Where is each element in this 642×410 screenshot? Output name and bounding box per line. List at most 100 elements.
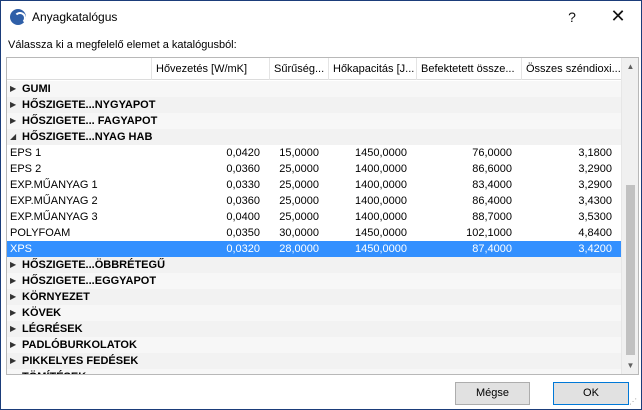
collapsed-triangle-icon[interactable]: ▶ xyxy=(10,97,20,113)
cell-value: 76,0000 xyxy=(472,147,512,159)
group-row[interactable]: ▶ HŐSZIGETE...ÖBBRÉTEGŰ xyxy=(7,257,622,273)
column-header-heat-capacity[interactable]: Hőkapacitás [J... xyxy=(329,58,417,80)
collapsed-triangle-icon[interactable]: ▶ xyxy=(10,337,20,353)
group-label: GUMI xyxy=(22,83,51,95)
cell-value: 0,0330 xyxy=(226,179,260,191)
column-header-co2[interactable]: Összes széndioxi... xyxy=(522,58,622,80)
table-header: Hővezetés [W/mK] Sűrűség... Hőkapacitás … xyxy=(7,58,622,80)
material-name: EXP.MŰANYAG 2 xyxy=(10,195,98,207)
group-row[interactable]: ▶TÖMÍTÉSEK xyxy=(7,369,622,374)
ok-button[interactable]: OK xyxy=(553,382,629,405)
cell-value: 102,1000 xyxy=(466,227,512,239)
cell-value: 3,4300 xyxy=(578,195,612,207)
catalog-dialog: Anyagkatalógus ? ✕ Válassza ki a megfele… xyxy=(0,0,642,410)
cell-value: 86,6000 xyxy=(472,163,512,175)
collapsed-triangle-icon[interactable]: ▶ xyxy=(10,273,20,289)
collapsed-triangle-icon[interactable]: ▶ xyxy=(10,81,20,97)
collapsed-triangle-icon[interactable]: ▶ xyxy=(10,353,20,369)
group-row[interactable]: ▶ HŐSZIGETE...NYGYAPOT xyxy=(7,97,622,113)
collapsed-triangle-icon[interactable]: ▶ xyxy=(10,289,20,305)
column-header-density[interactable]: Sűrűség... xyxy=(270,58,329,80)
group-row[interactable]: ▶ HŐSZIGETE...EGGYAPOT xyxy=(7,273,622,289)
cell-value: 1400,0000 xyxy=(355,179,407,191)
table-row[interactable]: EPS 2 0,0360 25,0000 1400,0000 86,6000 3,2900 xyxy=(7,161,622,177)
group-row[interactable]: ▶ PIKKELYES FEDÉSEK xyxy=(7,353,622,369)
cell-value: 4,8400 xyxy=(578,227,612,239)
close-button[interactable]: ✕ xyxy=(595,1,641,32)
group-row[interactable]: ▶ KÖRNYEZET xyxy=(7,289,622,305)
collapsed-triangle-icon[interactable]: ▶ xyxy=(10,305,20,321)
group-label: KÖRNYEZET xyxy=(22,291,90,303)
table-row[interactable]: EXP.MŰANYAG 2 0,0360 25,0000 1400,0000 86,40… xyxy=(7,193,622,209)
help-button[interactable]: ? xyxy=(549,1,595,32)
column-header-embodied-energy[interactable]: Befektetett össze... xyxy=(417,58,522,80)
cell-value: 3,1800 xyxy=(578,147,612,159)
group-row[interactable]: ◢ HŐSZIGETE...NYAG HAB xyxy=(7,129,622,145)
collapsed-triangle-icon[interactable]: ▶ xyxy=(10,113,20,129)
cell-value: 25,0000 xyxy=(279,179,319,191)
group-label: HŐSZIGETE... FAGYAPOT xyxy=(22,115,158,127)
group-label: PIKKELYES FEDÉSEK xyxy=(22,355,139,367)
cell-value: 3,2900 xyxy=(578,163,612,175)
catalog-table: Hővezetés [W/mK] Sűrűség... Hőkapacitás … xyxy=(6,57,639,375)
collapsed-triangle-icon[interactable]: ▶ xyxy=(10,257,20,273)
group-row[interactable]: ▶ HŐSZIGETE... FAGYAPOT xyxy=(7,113,622,129)
column-header-conductivity[interactable]: Hővezetés [W/mK] xyxy=(152,58,270,80)
vertical-scrollbar[interactable]: ▲ ▼ xyxy=(621,58,638,374)
table-row[interactable]: EXP.MŰANYAG 3 0,0400 25,0000 1400,0000 88,70… xyxy=(7,209,622,225)
cell-value: 30,0000 xyxy=(279,227,319,239)
title-bar: Anyagkatalógus ? ✕ xyxy=(1,1,641,32)
group-row[interactable]: ▶ PADLÓBURKOLATOK xyxy=(7,337,622,353)
cell-value: 1450,0000 xyxy=(355,243,407,255)
instruction-text: Válassza ki a megfelelő elemet a katalóg… xyxy=(8,39,237,51)
group-label: HŐSZIGETE...NYGYAPOT xyxy=(22,99,156,111)
cell-value: 25,0000 xyxy=(279,163,319,175)
table-row-selected[interactable]: XPS 0,0320 28,0000 1450,0000 87,4000 3,4200 xyxy=(7,241,622,257)
group-row[interactable]: ▶ GUMI xyxy=(7,81,622,97)
cell-value: 1400,0000 xyxy=(355,211,407,223)
cell-value: 0,0420 xyxy=(226,147,260,159)
group-label: HŐSZIGETE...ÖBBRÉTEGŰ xyxy=(22,259,166,271)
cell-value: 3,5300 xyxy=(578,211,612,223)
group-row[interactable]: ▶ KÖVEK xyxy=(7,305,622,321)
cell-value: 15,0000 xyxy=(279,147,319,159)
cell-value: 3,2900 xyxy=(578,179,612,191)
group-row[interactable]: ▶ LÉGRÉSEK xyxy=(7,321,622,337)
scroll-down-arrow-icon[interactable]: ▼ xyxy=(622,357,638,374)
scroll-up-arrow-icon[interactable]: ▲ xyxy=(622,58,638,75)
material-name: XPS xyxy=(10,243,33,255)
group-label: KÖVEK xyxy=(22,307,62,319)
cancel-button[interactable]: Mégse xyxy=(455,382,530,405)
table-row[interactable]: EXP.MŰANYAG 1 0,0330 25,0000 1400,0000 83,40… xyxy=(7,177,622,193)
resize-grip-icon[interactable]: ⋰ xyxy=(629,397,639,407)
app-logo-icon xyxy=(10,9,26,25)
expanded-triangle-icon[interactable]: ◢ xyxy=(10,129,20,145)
group-label: HŐSZIGETE...EGGYAPOT xyxy=(22,275,157,287)
cell-value: 1450,0000 xyxy=(355,227,407,239)
cell-value: 0,0400 xyxy=(226,211,260,223)
material-name: EPS 1 xyxy=(10,147,42,159)
window-title: Anyagkatalógus xyxy=(32,10,118,24)
material-name: EXP.MŰANYAG 3 xyxy=(10,211,98,223)
table-row[interactable]: EPS 1 0,0420 15,0000 1450,0000 76,0000 3,1800 xyxy=(7,145,622,161)
material-name: EPS 2 xyxy=(10,163,42,175)
cell-value: 0,0360 xyxy=(226,163,260,175)
cell-value: 1400,0000 xyxy=(355,195,407,207)
cell-value: 3,4200 xyxy=(578,243,612,255)
table-body: ▶ GUMI ▶ HŐSZIGETE...NYGYAPOT ▶ HŐSZIGETE... … xyxy=(7,81,622,374)
cell-value: 0,0320 xyxy=(226,243,260,255)
group-label: PADLÓBURKOLATOK xyxy=(22,339,137,351)
cell-value: 0,0350 xyxy=(226,227,260,239)
group-label: TÖMÍTÉSEK xyxy=(22,369,86,374)
cell-value: 86,4000 xyxy=(472,195,512,207)
collapsed-triangle-icon[interactable]: ▶ xyxy=(10,321,20,337)
collapsed-triangle-icon[interactable]: ▶ xyxy=(10,369,20,374)
group-label: LÉGRÉSEK xyxy=(22,323,83,335)
cell-value: 28,0000 xyxy=(279,243,319,255)
cell-value: 87,4000 xyxy=(472,243,512,255)
cell-value: 25,0000 xyxy=(279,211,319,223)
column-header-name[interactable] xyxy=(7,58,152,80)
scrollbar-thumb[interactable] xyxy=(626,185,635,355)
cell-value: 25,0000 xyxy=(279,195,319,207)
table-row[interactable]: POLYFOAM 0,0350 30,0000 1450,0000 102,1000 4,… xyxy=(7,225,622,241)
